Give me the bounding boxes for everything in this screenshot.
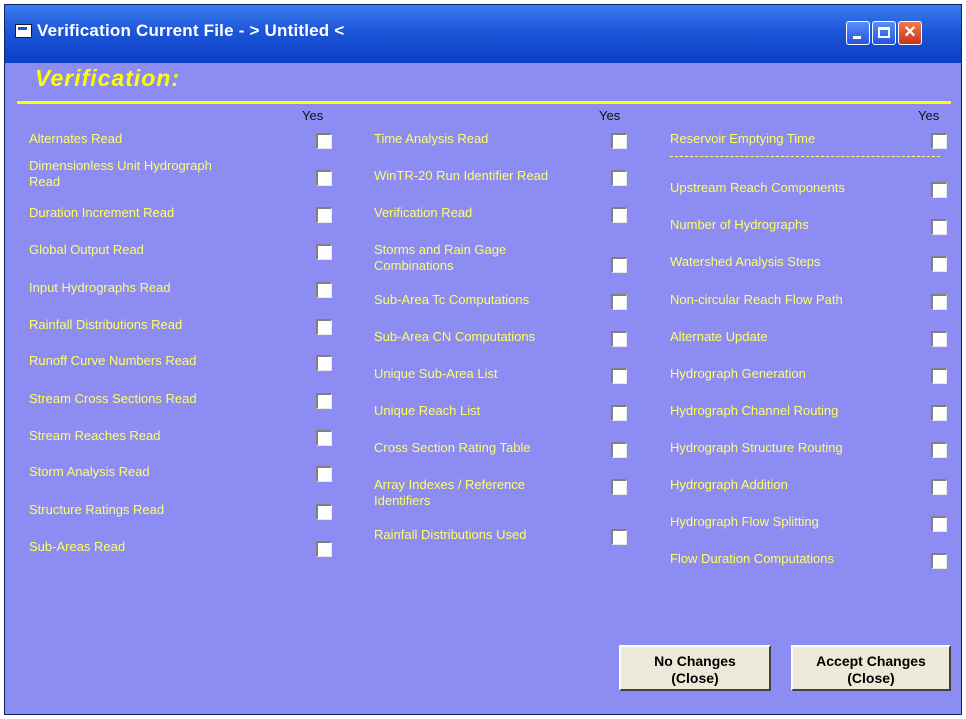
label-storm-analysis-read: Storm Analysis Read xyxy=(29,464,150,479)
label-cross-section-rating-table: Cross Section Rating Table xyxy=(374,440,531,455)
label-sub-area-tc-computations: Sub-Area Tc Computations xyxy=(374,292,530,307)
label-alternate-update: Alternate Update xyxy=(670,329,768,344)
minimize-icon xyxy=(853,36,861,39)
label-global-output-read: Global Output Read xyxy=(29,242,144,257)
label-wintr20-run-identifier-read: WinTR-20 Run Identifier Read xyxy=(374,168,549,183)
checkbox-sub-area-tc-computations[interactable] xyxy=(611,294,627,310)
minimize-button[interactable] xyxy=(846,21,870,45)
label-verification-read: Verification Read xyxy=(374,205,473,220)
checkbox-rainfall-distributions-used[interactable] xyxy=(611,529,627,545)
yes-column-header-1: Yes xyxy=(302,108,324,123)
label-watershed-analysis-steps: Watershed Analysis Steps xyxy=(670,254,821,269)
label-duration-increment-read: Duration Increment Read xyxy=(29,205,175,220)
no-changes-close-button[interactable]: No Changes (Close) xyxy=(619,645,771,691)
checkbox-stream-reaches-read[interactable] xyxy=(316,430,332,446)
label-hydrograph-structure-routing: Hydrograph Structure Routing xyxy=(670,440,843,455)
label-rainfall-distributions-used: Rainfall Distributions Used xyxy=(374,527,527,542)
checkbox-hydrograph-structure-routing[interactable] xyxy=(931,442,947,458)
label-upstream-reach-components: Upstream Reach Components xyxy=(670,180,845,195)
app-window-icon xyxy=(15,24,32,38)
checkbox-hydrograph-flow-splitting[interactable] xyxy=(931,516,947,532)
label-number-of-hydrographs: Number of Hydrographs xyxy=(670,217,809,232)
checkbox-unique-sub-area-list[interactable] xyxy=(611,368,627,384)
no-changes-sublabel: (Close) xyxy=(671,670,719,686)
checkbox-number-of-hydrographs[interactable] xyxy=(931,219,947,235)
label-non-circular-reach-flow-path: Non-circular Reach Flow Path xyxy=(670,292,843,307)
checkbox-global-output-read[interactable] xyxy=(316,244,332,260)
label-array-indexes-line2: Identifiers xyxy=(374,493,431,508)
window-title: Verification Current File - > Untitled < xyxy=(37,21,345,40)
checkbox-flow-duration-computations[interactable] xyxy=(931,553,947,569)
label-runoff-curve-numbers-read: Runoff Curve Numbers Read xyxy=(29,353,197,368)
label-input-hydrographs-read: Input Hydrographs Read xyxy=(29,280,171,295)
label-hydrograph-addition: Hydrograph Addition xyxy=(670,477,788,492)
column-separator xyxy=(670,156,940,157)
checkbox-time-analysis-read[interactable] xyxy=(611,133,627,149)
checkbox-runoff-curve-numbers-read[interactable] xyxy=(316,355,332,371)
label-flow-duration-computations: Flow Duration Computations xyxy=(670,551,835,566)
yes-column-header-3: Yes xyxy=(918,108,940,123)
checkbox-array-indexes[interactable] xyxy=(611,479,627,495)
close-button[interactable]: × xyxy=(898,21,922,45)
checkbox-cross-section-rating-table[interactable] xyxy=(611,442,627,458)
label-sub-area-cn-computations: Sub-Area CN Computations xyxy=(374,329,536,344)
label-alternates-read: Alternates Read xyxy=(29,131,123,146)
accept-changes-close-button[interactable]: Accept Changes (Close) xyxy=(791,645,951,691)
checkbox-sub-area-cn-computations[interactable] xyxy=(611,331,627,347)
checkbox-alternates-read[interactable] xyxy=(316,133,332,149)
label-dimensionless-uh-read-line2: Read xyxy=(29,174,61,189)
label-stream-cross-sections-read: Stream Cross Sections Read xyxy=(29,391,197,406)
checkbox-reservoir-emptying-time[interactable] xyxy=(931,133,947,149)
checkbox-upstream-reach-components[interactable] xyxy=(931,182,947,198)
checkbox-structure-ratings-read[interactable] xyxy=(316,504,332,520)
maximize-button[interactable] xyxy=(872,21,896,45)
title-bar[interactable]: Verification Current File - > Untitled <… xyxy=(5,5,961,63)
label-time-analysis-read: Time Analysis Read xyxy=(374,131,489,146)
label-storms-rain-gage-line1: Storms and Rain Gage xyxy=(374,242,507,257)
label-stream-reaches-read: Stream Reaches Read xyxy=(29,428,161,443)
label-rainfall-distributions-read: Rainfall Distributions Read xyxy=(29,317,183,332)
label-sub-areas-read: Sub-Areas Read xyxy=(29,539,126,554)
label-hydrograph-flow-splitting: Hydrograph Flow Splitting xyxy=(670,514,819,529)
accept-changes-label: Accept Changes xyxy=(816,653,926,669)
label-dimensionless-uh-read-line1: Dimensionless Unit Hydrograph xyxy=(29,158,212,173)
label-array-indexes-line1: Array Indexes / Reference xyxy=(374,477,526,492)
checkbox-input-hydrographs-read[interactable] xyxy=(316,282,332,298)
label-unique-reach-list: Unique Reach List xyxy=(374,403,481,418)
label-hydrograph-channel-routing: Hydrograph Channel Routing xyxy=(670,403,839,418)
label-reservoir-emptying-time: Reservoir Emptying Time xyxy=(670,131,816,146)
checkbox-storm-analysis-read[interactable] xyxy=(316,466,332,482)
checkbox-alternate-update[interactable] xyxy=(931,331,947,347)
checkbox-wintr20-run-identifier-read[interactable] xyxy=(611,170,627,186)
close-icon: × xyxy=(904,21,916,43)
checkbox-dimensionless-uh-read[interactable] xyxy=(316,170,332,186)
checkbox-unique-reach-list[interactable] xyxy=(611,405,627,421)
section-heading: Verification: xyxy=(35,65,181,91)
checkbox-non-circular-reach-flow-path[interactable] xyxy=(931,294,947,310)
checkbox-hydrograph-channel-routing[interactable] xyxy=(931,405,947,421)
checkbox-hydrograph-addition[interactable] xyxy=(931,479,947,495)
label-hydrograph-generation: Hydrograph Generation xyxy=(670,366,806,381)
checkbox-duration-increment-read[interactable] xyxy=(316,207,332,223)
no-changes-label: No Changes xyxy=(654,653,736,669)
label-unique-sub-area-list: Unique Sub-Area List xyxy=(374,366,498,381)
maximize-icon xyxy=(878,27,890,38)
checkbox-hydrograph-generation[interactable] xyxy=(931,368,947,384)
checkbox-verification-read[interactable] xyxy=(611,207,627,223)
checkbox-storms-rain-gage[interactable] xyxy=(611,257,627,273)
label-structure-ratings-read: Structure Ratings Read xyxy=(29,502,165,517)
heading-divider xyxy=(17,101,951,104)
checkbox-sub-areas-read[interactable] xyxy=(316,541,332,557)
yes-column-header-2: Yes xyxy=(599,108,621,123)
accept-changes-sublabel: (Close) xyxy=(847,670,895,686)
label-storms-rain-gage-line2: Combinations xyxy=(374,258,454,273)
checkbox-rainfall-distributions-read[interactable] xyxy=(316,319,332,335)
verification-window: Verification Current File - > Untitled <… xyxy=(4,4,962,715)
checkbox-stream-cross-sections-read[interactable] xyxy=(316,393,332,409)
checkbox-watershed-analysis-steps[interactable] xyxy=(931,256,947,272)
